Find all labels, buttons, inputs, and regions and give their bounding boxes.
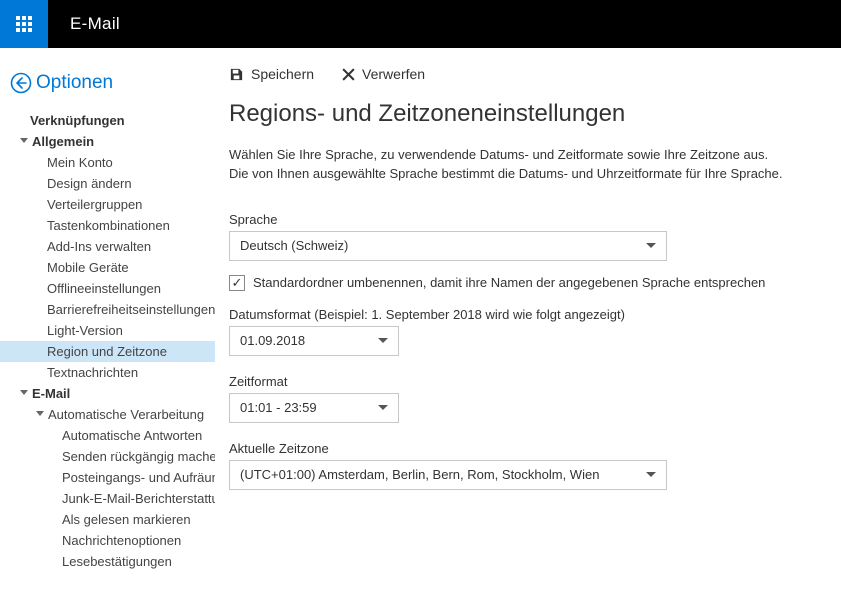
sidebar-item-accessibility[interactable]: Barrierefreiheitseinstellungen [0, 299, 215, 320]
back-arrow-icon [10, 72, 32, 94]
language-label: Sprache [229, 212, 831, 227]
chevron-down-icon [646, 472, 656, 477]
sidebar-item-theme[interactable]: Design ändern [0, 173, 215, 194]
dateformat-select[interactable]: 01.09.2018 [229, 326, 399, 356]
sidebar-group-email[interactable]: E-Mail [0, 383, 215, 404]
save-icon [229, 67, 244, 82]
sidebar-item-junk[interactable]: Junk-E-Mail-Berichterstattung [0, 488, 215, 509]
sidebar-item-sms[interactable]: Textnachrichten [0, 362, 215, 383]
sidebar-item-rules[interactable]: Posteingangs- und Aufräumregeln [0, 467, 215, 488]
check-icon: ✓ [232, 276, 243, 289]
sidebar-item-shortcuts[interactable]: Tastenkombinationen [0, 215, 215, 236]
page-title: Regions- und Zeitzoneneinstellungen [229, 100, 831, 128]
sidebar-item-account[interactable]: Mein Konto [0, 152, 215, 173]
caret-down-icon [20, 390, 28, 395]
save-button[interactable]: Speichern [229, 66, 314, 82]
rename-folders-label: Standardordner umbenennen, damit ihre Na… [253, 275, 765, 290]
sidebar-item-readreceipts[interactable]: Lesebestätigungen [0, 551, 215, 572]
caret-down-icon [20, 138, 28, 143]
sidebar-item-distribution[interactable]: Verteilergruppen [0, 194, 215, 215]
sidebar-item-undosend[interactable]: Senden rückgängig machen [0, 446, 215, 467]
sidebar-item-markread[interactable]: Als gelesen markieren [0, 509, 215, 530]
page-description: Wählen Sie Ihre Sprache, zu verwendende … [229, 146, 831, 184]
sidebar-item-light[interactable]: Light-Version [0, 320, 215, 341]
chevron-down-icon [378, 338, 388, 343]
dateformat-label: Datumsformat (Beispiel: 1. September 201… [229, 307, 831, 322]
app-launcher-button[interactable] [0, 0, 48, 48]
sidebar-item-mobile[interactable]: Mobile Geräte [0, 257, 215, 278]
app-title: E-Mail [48, 14, 120, 34]
chevron-down-icon [646, 243, 656, 248]
sidebar-item-region[interactable]: Region und Zeitzone [0, 341, 215, 362]
caret-down-icon [36, 411, 44, 416]
sidebar-group-general[interactable]: Allgemein [0, 131, 215, 152]
timeformat-label: Zeitformat [229, 374, 831, 389]
rename-folders-checkbox[interactable]: ✓ [229, 275, 245, 291]
timezone-select[interactable]: (UTC+01:00) Amsterdam, Berlin, Bern, Rom… [229, 460, 667, 490]
sidebar-item-addins[interactable]: Add-Ins verwalten [0, 236, 215, 257]
timezone-label: Aktuelle Zeitzone [229, 441, 831, 456]
language-select[interactable]: Deutsch (Schweiz) [229, 231, 667, 261]
back-label: Optionen [36, 72, 113, 94]
discard-icon [342, 68, 355, 81]
sidebar-item-autoreply[interactable]: Automatische Antworten [0, 425, 215, 446]
discard-button[interactable]: Verwerfen [342, 66, 425, 82]
chevron-down-icon [378, 405, 388, 410]
sidebar-shortcuts[interactable]: Verknüpfungen [0, 110, 215, 131]
sidebar-item-messageopts[interactable]: Nachrichtenoptionen [0, 530, 215, 551]
sidebar-item-offline[interactable]: Offlineeinstellungen [0, 278, 215, 299]
sidebar-subgroup-automatic[interactable]: Automatische Verarbeitung [0, 404, 215, 425]
waffle-icon [16, 16, 32, 32]
timeformat-select[interactable]: 01:01 - 23:59 [229, 393, 399, 423]
back-button[interactable]: Optionen [0, 72, 215, 94]
